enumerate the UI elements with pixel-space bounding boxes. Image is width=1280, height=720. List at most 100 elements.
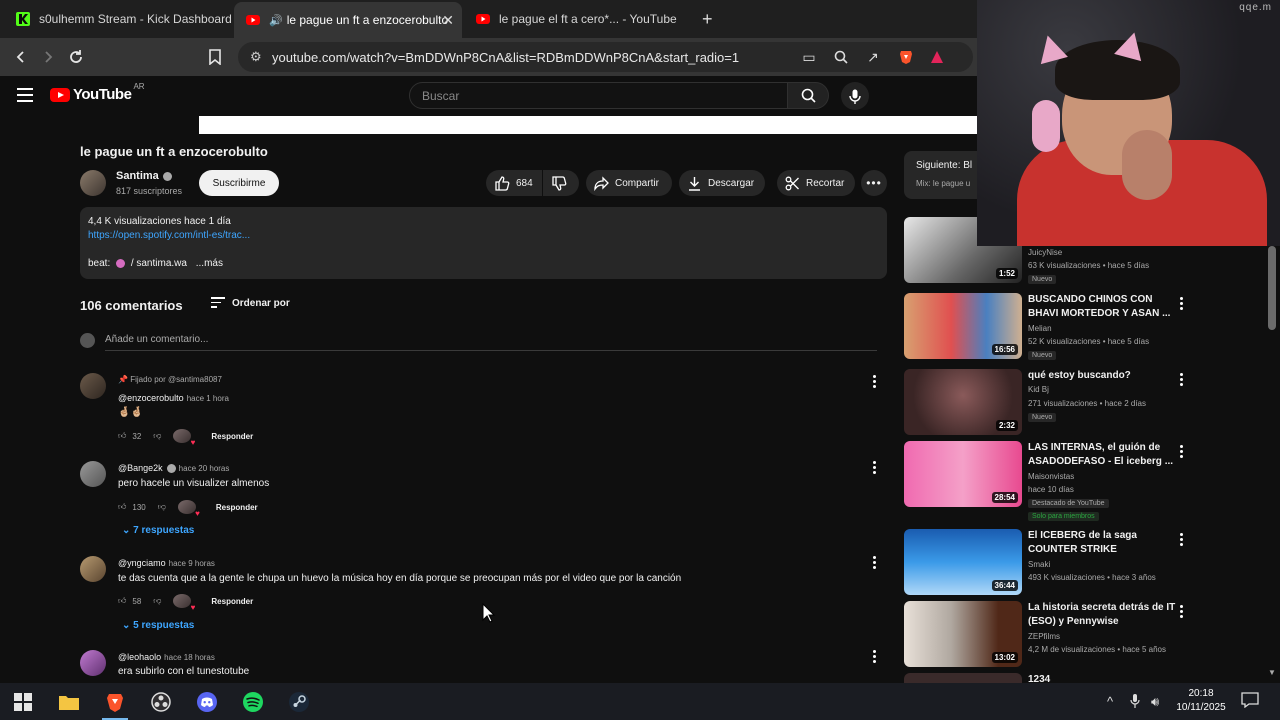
zoom-icon[interactable]: [832, 48, 850, 66]
tab-youtube-active[interactable]: 🔊 le pague un ft a enzocerobulto ✕: [234, 2, 462, 38]
tray-chevron-icon[interactable]: ^: [1107, 694, 1113, 709]
video-title[interactable]: La historia secreta detrás de IT (ESO) y…: [1028, 601, 1176, 629]
like-button[interactable]: 684: [486, 170, 542, 196]
bookmark-button[interactable]: [204, 46, 226, 68]
recommended-video[interactable]: 13:02 La historia secreta detrás de IT (…: [904, 601, 1189, 669]
clip-button[interactable]: Recortar: [777, 170, 855, 196]
video-title[interactable]: El ICEBERG de la saga COUNTER STRIKE: [1028, 529, 1176, 557]
comment-avatar[interactable]: [80, 373, 106, 399]
view-replies-button[interactable]: ⌄ 7 respuestas: [122, 525, 194, 536]
comment-like-icon[interactable]: 👍︎: [118, 431, 126, 441]
tab-youtube-2[interactable]: le pague el ft a cero*... - YouTube: [464, 4, 692, 34]
spotify-taskbar-button[interactable]: [240, 689, 266, 715]
more-actions-button[interactable]: •••: [861, 170, 887, 196]
brave-taskbar-button[interactable]: [102, 689, 128, 720]
video-channel[interactable]: ZEPfilms: [1028, 632, 1060, 641]
share-icon[interactable]: ↗: [864, 48, 882, 66]
comment-more-icon[interactable]: [873, 650, 877, 665]
show-more-link[interactable]: ...más: [196, 258, 223, 269]
comment-more-icon[interactable]: [873, 461, 877, 476]
voice-search-button[interactable]: [841, 82, 869, 110]
reload-button[interactable]: [65, 46, 87, 68]
description-box[interactable]: 4,4 K visualizaciones hace 1 día https:/…: [80, 207, 887, 279]
comment-avatar[interactable]: [80, 650, 106, 676]
cast-icon[interactable]: ▭: [800, 48, 818, 66]
search-button[interactable]: [787, 82, 829, 109]
comment-more-icon[interactable]: [873, 375, 877, 390]
forward-button[interactable]: [37, 46, 59, 68]
video-more-icon[interactable]: [1180, 445, 1184, 460]
up-next-panel[interactable]: Siguiente: Bl Mix: le pague u: [904, 151, 977, 199]
rewards-icon[interactable]: [928, 48, 946, 66]
add-comment-input[interactable]: Añade un comentario...: [105, 334, 208, 345]
video-title[interactable]: BUSCANDO CHINOS CON BHAVI MORTEDOR Y ASA…: [1028, 293, 1176, 321]
video-title[interactable]: 1234: [1028, 673, 1176, 683]
video-channel[interactable]: Maisonvistas: [1028, 472, 1074, 481]
obs-taskbar-button[interactable]: [148, 689, 174, 715]
file-explorer-button[interactable]: [56, 689, 82, 715]
notifications-button[interactable]: [1241, 692, 1259, 711]
reply-button[interactable]: Responder: [216, 503, 258, 512]
comment-like-icon[interactable]: 👍︎: [118, 596, 126, 606]
address-bar[interactable]: ⚙ youtube.com/watch?v=BmDDWnP8CnA&list=R…: [238, 42, 973, 72]
back-button[interactable]: [10, 46, 32, 68]
video-channel[interactable]: Smaki: [1028, 560, 1050, 569]
speaker-icon[interactable]: 🔊: [269, 14, 283, 27]
brave-shield-icon[interactable]: [897, 48, 915, 66]
steam-taskbar-button[interactable]: [286, 689, 312, 715]
dislike-button[interactable]: [543, 170, 579, 196]
channel-avatar[interactable]: [80, 170, 106, 196]
volume-icon[interactable]: 🔊︎: [1151, 694, 1159, 710]
tab-kick-dashboard[interactable]: s0ulhemm Stream - Kick Dashboard: [4, 4, 232, 34]
spotify-link[interactable]: https://open.spotify.com/intl-es/trac...: [88, 230, 250, 241]
video-thumbnail[interactable]: 13:02: [904, 601, 1022, 667]
scrollbar-thumb[interactable]: [1268, 246, 1276, 330]
comment-avatar[interactable]: [80, 556, 106, 582]
scroll-down-icon[interactable]: ▼: [1268, 668, 1276, 677]
video-title[interactable]: qué estoy buscando?: [1028, 369, 1176, 383]
sort-comments-button[interactable]: Ordenar por: [211, 297, 290, 311]
comment-dislike-icon[interactable]: 👎︎: [153, 431, 161, 441]
recommended-video[interactable]: 2:32 qué estoy buscando? Kid Bj 271 visu…: [904, 369, 1189, 437]
microphone-tray-icon[interactable]: [1130, 694, 1140, 711]
recommended-video[interactable]: 16:56 BUSCANDO CHINOS CON BHAVI MORTEDOR…: [904, 293, 1189, 361]
video-more-icon[interactable]: [1180, 373, 1184, 388]
comment-author[interactable]: @enzocerobulto: [118, 393, 184, 403]
search-input[interactable]: Buscar: [409, 82, 788, 109]
download-button[interactable]: Descargar: [679, 170, 765, 196]
reply-button[interactable]: Responder: [211, 597, 253, 606]
system-clock[interactable]: 20:18 10/11/2025: [1176, 687, 1226, 715]
video-player[interactable]: [199, 116, 977, 134]
recommended-video[interactable]: 28:54 LAS INTERNAS, el guión de ASADODEF…: [904, 441, 1189, 525]
comment-dislike-icon[interactable]: 👎︎: [153, 596, 161, 606]
video-thumbnail[interactable]: 2:32: [904, 369, 1022, 435]
video-more-icon[interactable]: [1180, 297, 1184, 312]
comment-author[interactable]: @leohaolo: [118, 652, 161, 662]
share-button[interactable]: Compartir: [586, 170, 672, 196]
recommended-video[interactable]: 1234: [904, 673, 1189, 683]
video-thumbnail[interactable]: 36:44: [904, 529, 1022, 595]
video-thumbnail[interactable]: 16:56: [904, 293, 1022, 359]
comment-like-icon[interactable]: 👍︎: [118, 502, 126, 512]
new-tab-button[interactable]: +: [702, 9, 713, 30]
video-channel[interactable]: JuicyNise: [1028, 248, 1062, 257]
comment-author[interactable]: @Bange2k: [118, 463, 163, 473]
recommended-video[interactable]: 36:44 El ICEBERG de la saga COUNTER STRI…: [904, 529, 1189, 597]
comment-dislike-icon[interactable]: 👎︎: [158, 502, 166, 512]
comment-author[interactable]: @yngciamo: [118, 558, 166, 568]
site-settings-icon[interactable]: ⚙: [250, 49, 262, 65]
subscribe-button[interactable]: Suscribirme: [199, 170, 279, 196]
reply-button[interactable]: Responder: [211, 432, 253, 441]
menu-icon[interactable]: [17, 88, 33, 102]
video-channel[interactable]: Kid Bj: [1028, 385, 1049, 394]
video-more-icon[interactable]: [1180, 533, 1184, 548]
video-more-icon[interactable]: [1180, 605, 1184, 620]
channel-name-row[interactable]: Santima: [116, 170, 172, 182]
close-tab-icon[interactable]: ✕: [442, 12, 454, 29]
video-title[interactable]: LAS INTERNAS, el guión de ASADODEFASO - …: [1028, 441, 1176, 469]
video-channel[interactable]: Melian: [1028, 324, 1052, 333]
comment-avatar[interactable]: [80, 461, 106, 487]
video-thumbnail[interactable]: 28:54: [904, 441, 1022, 507]
view-replies-button[interactable]: ⌄ 5 respuestas: [122, 620, 194, 631]
youtube-logo[interactable]: YouTube AR: [50, 82, 145, 103]
